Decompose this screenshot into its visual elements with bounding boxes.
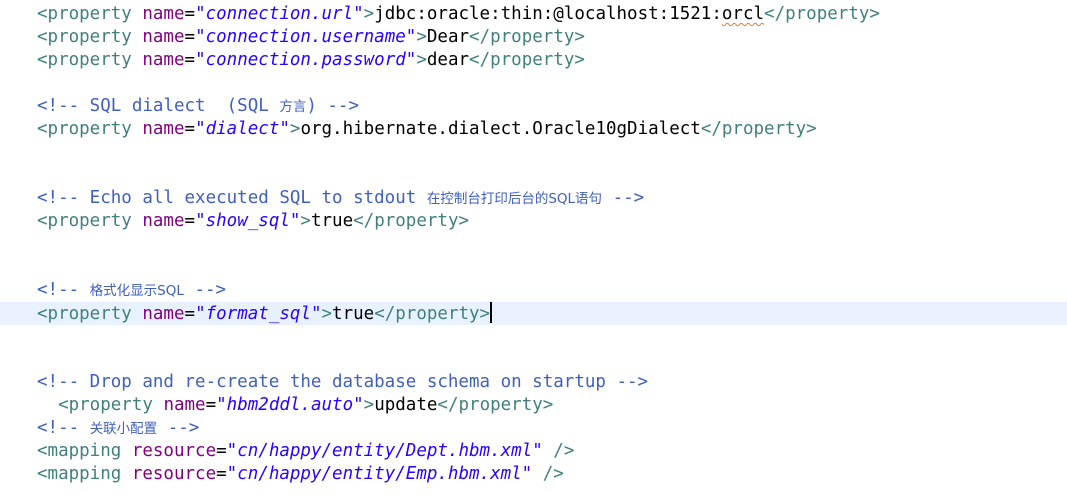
- code-line-connection-password[interactable]: <property name="connection.password">dea…: [37, 49, 585, 72]
- code-line-dialect[interactable]: <property name="dialect">org.hibernate.d…: [37, 118, 817, 141]
- code-line-connection-url[interactable]: <property name="connection.url">jdbc:ora…: [37, 3, 880, 26]
- code-line-format-sql-current[interactable]: <property name="format_sql">true</proper…: [0, 302, 1067, 325]
- code-line-hbm2ddl-auto[interactable]: <property name="hbm2ddl.auto">update</pr…: [37, 394, 553, 417]
- code-comment-mapping-config[interactable]: <!-- 关联小配置 -->: [37, 417, 199, 440]
- code-line-connection-username[interactable]: <property name="connection.username">Dea…: [37, 26, 585, 49]
- code-comment-format-sql[interactable]: <!-- 格式化显示SQL -->: [37, 279, 226, 302]
- text-caret: [490, 302, 492, 323]
- code-editor[interactable]: <property name="connection.url">jdbc:ora…: [0, 0, 1067, 501]
- code-line-mapping-emp[interactable]: <mapping resource="cn/happy/entity/Emp.h…: [37, 463, 564, 486]
- spelling-warning: orcl: [721, 4, 765, 24]
- code-comment-echo-sql[interactable]: <!-- Echo all executed SQL to stdout 在控制…: [37, 187, 644, 210]
- code-line-show-sql[interactable]: <property name="show_sql">true</property…: [37, 210, 469, 233]
- code-line-mapping-dept[interactable]: <mapping resource="cn/happy/entity/Dept.…: [37, 440, 574, 463]
- code-comment-sql-dialect[interactable]: <!-- SQL dialect (SQL 方言) -->: [37, 95, 359, 118]
- code-comment-drop-recreate[interactable]: <!-- Drop and re-create the database sch…: [37, 371, 648, 394]
